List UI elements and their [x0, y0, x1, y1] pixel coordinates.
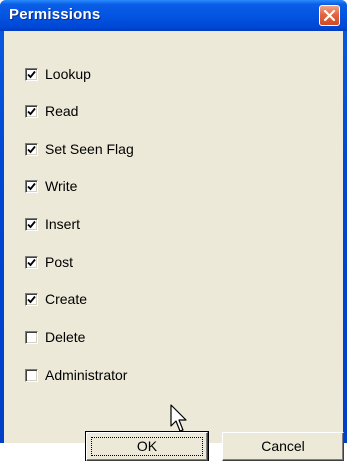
checkbox-checked[interactable]	[25, 179, 38, 193]
checkbox-checked[interactable]	[25, 67, 38, 81]
checkbox-unchecked[interactable]	[25, 330, 38, 344]
permission-label: Read	[45, 103, 79, 119]
permission-item[interactable]: Administrator	[25, 367, 127, 383]
permission-label: Set Seen Flag	[45, 141, 134, 157]
permission-item[interactable]: Set Seen Flag	[25, 141, 134, 157]
checkbox-unchecked[interactable]	[25, 368, 38, 382]
permission-label: Lookup	[45, 66, 91, 82]
permission-label: Administrator	[45, 367, 128, 383]
cancel-button-label: Cancel	[261, 438, 305, 454]
permission-label: Create	[45, 291, 88, 307]
close-button[interactable]	[319, 5, 340, 26]
permission-label: Delete	[45, 329, 86, 345]
mouse-cursor-icon	[170, 404, 187, 432]
window-title: Permissions	[9, 6, 101, 23]
checkmark-icon	[27, 258, 36, 266]
checkbox-checked[interactable]	[25, 142, 38, 156]
title-bar[interactable]: Permissions	[0, 0, 347, 31]
checkmark-icon	[27, 295, 36, 303]
checkbox-checked[interactable]	[25, 255, 38, 269]
permission-label: Insert	[45, 216, 81, 232]
cancel-button[interactable]: Cancel	[222, 432, 344, 461]
close-icon	[323, 9, 336, 22]
checkbox-checked[interactable]	[25, 217, 38, 231]
permission-item[interactable]: Write	[25, 178, 77, 194]
checkmark-icon	[27, 220, 36, 228]
ok-button-label: OK	[136, 438, 158, 454]
permission-item[interactable]: Lookup	[25, 66, 91, 82]
permission-item[interactable]: Read	[25, 103, 78, 119]
permissions-window: Permissions Lookup Read Set Seen Flag Write…	[0, 0, 347, 461]
checkmark-icon	[27, 145, 36, 153]
ok-button[interactable]: OK	[85, 431, 209, 461]
permission-label: Post	[45, 254, 74, 270]
checkbox-checked[interactable]	[25, 104, 38, 118]
permission-item[interactable]: Insert	[25, 216, 80, 232]
checkbox-checked[interactable]	[25, 292, 38, 306]
permission-item[interactable]: Create	[25, 291, 87, 307]
checkmark-icon	[27, 70, 36, 78]
permission-label: Write	[45, 178, 78, 194]
checkmark-icon	[27, 107, 36, 115]
dialog-body: Lookup Read Set Seen Flag Write Insert Post Cr…	[4, 31, 344, 461]
permission-item[interactable]: Post	[25, 254, 73, 270]
permission-item[interactable]: Delete	[25, 329, 85, 345]
checkmark-icon	[27, 182, 36, 190]
